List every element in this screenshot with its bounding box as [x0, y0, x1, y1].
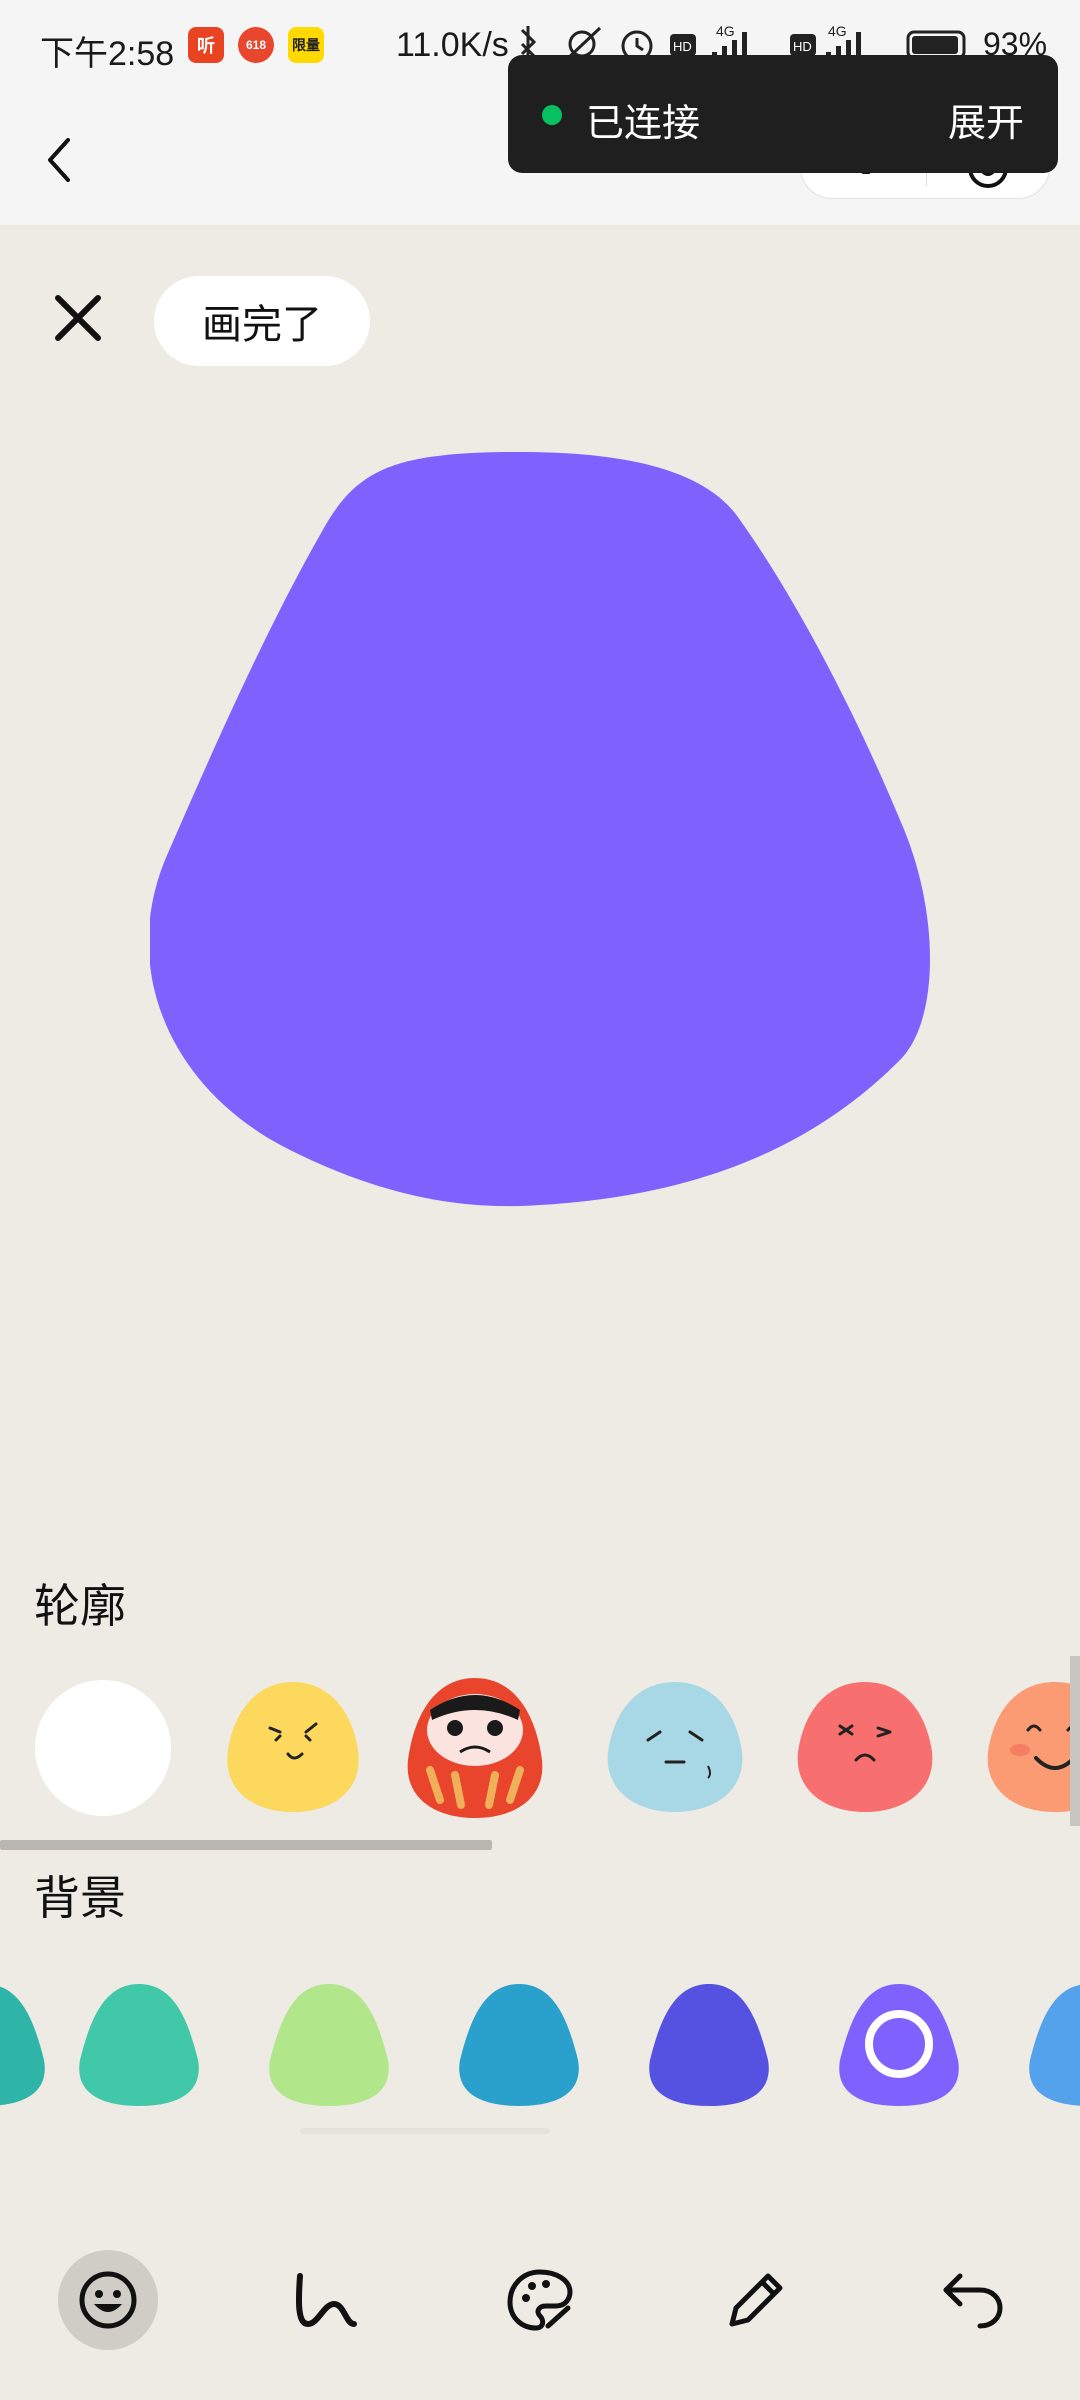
- pencil-tool-button[interactable]: [706, 2250, 806, 2350]
- curve-icon: [296, 2273, 357, 2328]
- background-scroll-indicator: [300, 2128, 550, 2134]
- notification-app-icon: 限量: [288, 27, 324, 63]
- daruma-face-option[interactable]: [400, 1670, 550, 1820]
- color-swatch[interactable]: [74, 1980, 204, 2110]
- outline-face-list: [0, 1670, 1080, 1840]
- status-time: 下午2:58: [40, 35, 175, 73]
- connection-status: 已连接: [586, 103, 701, 145]
- svg-text:HD: HD: [793, 39, 812, 54]
- color-swatch-selected[interactable]: [834, 1980, 964, 2110]
- background-section-title: 背景: [34, 1872, 126, 1924]
- color-swatch[interactable]: [1024, 1980, 1080, 2110]
- blank-face-option[interactable]: [28, 1670, 178, 1820]
- chevron-left-icon[interactable]: [30, 130, 90, 190]
- notification-app-icon: 听: [188, 27, 224, 63]
- connection-toast: 已连接 展开: [508, 55, 1058, 173]
- drawing-canvas-shape[interactable]: [150, 440, 930, 1220]
- color-swatch[interactable]: [264, 1980, 394, 2110]
- emoji-tool-button[interactable]: [58, 2250, 158, 2350]
- color-swatch[interactable]: [454, 1980, 584, 2110]
- outline-section-title: 轮廓: [34, 1580, 126, 1632]
- undo-icon: [943, 2273, 1003, 2329]
- bottom-toolbar: [0, 2240, 1080, 2370]
- undo-tool-button[interactable]: [922, 2250, 1022, 2350]
- emoji-icon: [79, 2271, 137, 2329]
- color-swatch[interactable]: [0, 1980, 50, 2110]
- outline-scroll-indicator: [0, 1840, 492, 1850]
- palette-icon: [507, 2269, 573, 2331]
- svg-text:HD: HD: [673, 39, 692, 54]
- orange-smile-face-option[interactable]: [980, 1670, 1080, 1820]
- yellow-smirk-face-option[interactable]: [218, 1670, 368, 1820]
- done-button[interactable]: 画完了: [154, 276, 370, 366]
- curve-tool-button[interactable]: [274, 2250, 374, 2350]
- network-speed: 11.0K/s: [396, 26, 509, 64]
- svg-text:4G: 4G: [828, 23, 847, 39]
- red-angry-face-option[interactable]: [790, 1670, 940, 1820]
- close-icon[interactable]: [50, 290, 106, 346]
- background-color-list: [0, 1975, 1080, 2115]
- notification-app-icon: 618: [238, 27, 274, 63]
- blue-sad-face-option[interactable]: [600, 1670, 750, 1820]
- edge-scrollbar: [1070, 1656, 1080, 1826]
- connected-dot-icon: [542, 105, 562, 125]
- pencil-icon: [729, 2273, 783, 2327]
- palette-tool-button[interactable]: [490, 2250, 590, 2350]
- color-swatch[interactable]: [644, 1980, 774, 2110]
- svg-text:4G: 4G: [716, 23, 735, 39]
- expand-button[interactable]: 展开: [948, 92, 1024, 147]
